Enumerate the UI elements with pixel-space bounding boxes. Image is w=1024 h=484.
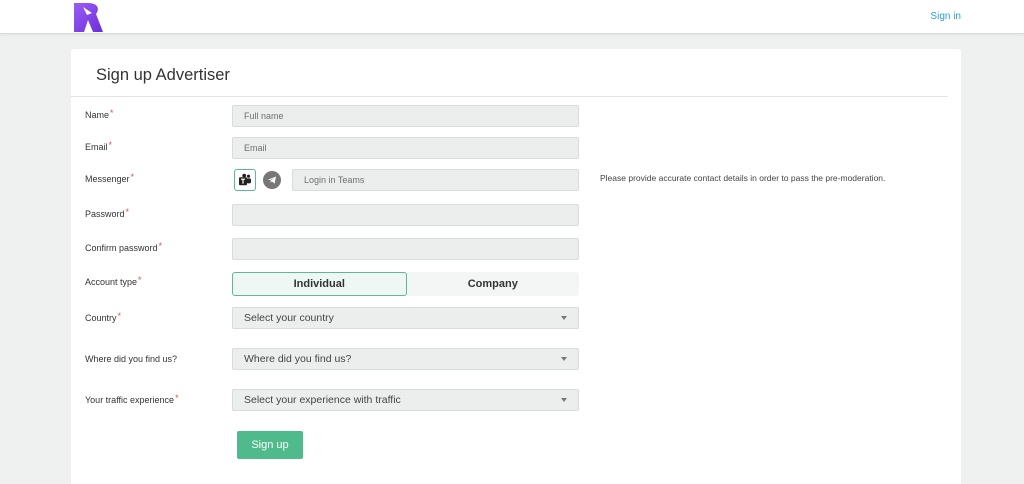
source-select-value: Where did you find us? (244, 353, 352, 365)
traffic-experience-label: Your traffic experience* (85, 393, 179, 405)
telegram-messenger-button[interactable] (263, 171, 281, 189)
messenger-login-input[interactable] (292, 169, 579, 191)
source-label: Where did you find us? (85, 354, 178, 364)
required-mark: * (138, 275, 142, 285)
confirm-password-input[interactable] (232, 238, 579, 260)
teams-messenger-button[interactable] (234, 169, 256, 191)
name-label: Name* (85, 108, 114, 120)
required-mark: * (125, 207, 130, 217)
top-bar: Sign in (0, 0, 1024, 34)
brand-logo-icon[interactable] (72, 1, 104, 33)
signup-card: Sign up Advertiser Name* Email* Messenge… (71, 49, 961, 484)
source-select[interactable]: Where did you find us? (232, 348, 579, 370)
traffic-experience-select-value: Select your experience with traffic (244, 394, 401, 406)
password-label: Password* (85, 207, 130, 219)
country-select[interactable]: Select your country (232, 307, 579, 329)
name-input[interactable] (232, 105, 579, 127)
country-label: Country* (85, 311, 122, 323)
email-input[interactable] (232, 137, 579, 159)
chevron-down-icon (561, 316, 567, 320)
teams-icon (239, 173, 251, 186)
required-mark: * (158, 241, 163, 251)
messenger-label: Messenger* (85, 172, 135, 184)
chevron-down-icon (561, 357, 567, 361)
country-select-value: Select your country (244, 312, 334, 324)
required-mark: * (175, 393, 179, 403)
sign-in-link[interactable]: Sign in (930, 11, 961, 22)
required-mark: * (110, 108, 114, 118)
required-mark: * (108, 140, 113, 150)
required-mark: * (130, 172, 135, 182)
chevron-down-icon (561, 398, 567, 402)
account-type-label: Account type* (85, 275, 142, 287)
traffic-experience-select[interactable]: Select your experience with traffic (232, 389, 579, 411)
account-type-individual[interactable]: Individual (232, 272, 407, 296)
account-type-toggle: Individual Company (232, 272, 579, 296)
sign-up-button[interactable]: Sign up (237, 431, 303, 459)
telegram-icon (268, 176, 276, 184)
title-divider (71, 96, 948, 97)
page-title: Sign up Advertiser (96, 66, 230, 84)
required-mark: * (117, 311, 122, 321)
account-type-company[interactable]: Company (407, 272, 580, 296)
messenger-hint: Please provide accurate contact details … (600, 173, 886, 183)
email-label: Email* (85, 140, 113, 152)
confirm-password-label: Confirm password* (85, 241, 163, 253)
password-input[interactable] (232, 204, 579, 226)
